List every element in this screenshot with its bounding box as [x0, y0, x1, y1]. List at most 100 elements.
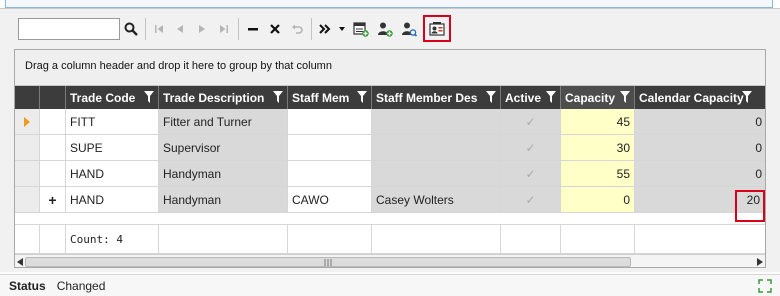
filter-icon[interactable]: [620, 91, 630, 103]
cell-trade-description[interactable]: Fitter and Turner: [159, 109, 288, 135]
row-indicator-header: [15, 86, 40, 109]
cell-staff-member-description[interactable]: [372, 135, 501, 161]
contact-card-button[interactable]: [423, 15, 451, 42]
horizontal-scrollbar[interactable]: [15, 254, 765, 267]
cell-staff-member-description[interactable]: [372, 109, 501, 135]
status-value: Changed: [56, 278, 106, 293]
cancel-button[interactable]: [264, 17, 286, 41]
close-icon: [270, 23, 280, 34]
cell-trade-code[interactable]: FITT: [66, 109, 159, 135]
check-icon: ✓: [525, 192, 536, 207]
undo-button[interactable]: [286, 17, 308, 41]
last-record-button[interactable]: [213, 17, 235, 41]
cell-trade-code[interactable]: HAND: [66, 161, 159, 187]
grip-icon: [324, 259, 332, 266]
check-icon: ✓: [525, 140, 536, 155]
filter-icon[interactable]: [546, 91, 556, 103]
summary-cell: [561, 225, 635, 254]
find-user-button[interactable]: [397, 17, 421, 41]
cell-trade-code[interactable]: SUPE: [66, 135, 159, 161]
filter-icon[interactable]: [144, 91, 154, 103]
cell-calendar-capacity[interactable]: 0: [635, 135, 765, 161]
summary-indicator: [15, 225, 40, 254]
cell-capacity[interactable]: 0: [561, 187, 635, 213]
toolbar: [14, 13, 766, 44]
dropdown-icon: [339, 26, 345, 31]
summary-expander: [40, 225, 66, 254]
more-button[interactable]: [315, 17, 335, 41]
first-record-icon: [155, 24, 163, 33]
cell-calendar-capacity[interactable]: 0: [635, 109, 765, 135]
filter-icon[interactable]: [742, 91, 752, 103]
next-record-icon: [199, 24, 205, 33]
cell-staff-member[interactable]: [288, 109, 372, 135]
row-indicator[interactable]: [15, 161, 40, 187]
previous-record-button[interactable]: [169, 17, 191, 41]
cell-staff-member[interactable]: CAWO: [288, 187, 372, 213]
summary-cell: [288, 225, 372, 254]
more-dropdown-button[interactable]: [335, 17, 349, 41]
delete-row-button[interactable]: [242, 17, 264, 41]
scroll-right-icon[interactable]: [757, 258, 763, 266]
column-header-label: Capacity: [565, 90, 616, 105]
resize-grip-icon[interactable]: [758, 279, 772, 293]
cell-active[interactable]: ✓: [501, 135, 561, 161]
column-header-capacity[interactable]: Capacity: [561, 86, 635, 109]
column-header-label: Trade Description: [163, 90, 265, 105]
row-indicator[interactable]: [15, 135, 40, 161]
cell-capacity[interactable]: 45: [561, 109, 635, 135]
scroll-left-icon[interactable]: [17, 258, 23, 266]
check-icon: ✓: [525, 114, 536, 129]
first-record-button[interactable]: [149, 17, 169, 41]
cell-staff-member-description[interactable]: Casey Wolters: [372, 187, 501, 213]
row-indicator[interactable]: [15, 109, 40, 135]
column-header-label: Trade Code: [70, 90, 136, 105]
cell-staff-member[interactable]: [288, 135, 372, 161]
column-header-staff-member[interactable]: Staff Mem: [288, 86, 372, 109]
new-row-marker[interactable]: +: [40, 187, 66, 213]
data-grid: Drag a column header and drop it here to…: [14, 49, 766, 268]
search-input[interactable]: [18, 17, 120, 40]
highlight-box: [735, 190, 765, 222]
cell-trade-description[interactable]: Handyman: [159, 187, 288, 213]
cell-trade-code[interactable]: HAND: [66, 187, 159, 213]
cell-trade-description[interactable]: Handyman: [159, 161, 288, 187]
grid-panel: Drag a column header and drop it here to…: [0, 8, 780, 272]
row-count: Count: 4: [66, 225, 159, 254]
check-icon: ✓: [525, 166, 536, 181]
row-indicator[interactable]: [15, 187, 40, 213]
last-record-icon: [220, 24, 228, 33]
filter-icon[interactable]: [357, 91, 367, 103]
summary-cell: [501, 225, 561, 254]
current-row-icon: [24, 116, 30, 127]
filter-icon[interactable]: [273, 91, 283, 103]
cell-calendar-capacity[interactable]: 0: [635, 161, 765, 187]
cell-active[interactable]: ✓: [501, 187, 561, 213]
cell-staff-member-description[interactable]: [372, 161, 501, 187]
cell-trade-description[interactable]: Supervisor: [159, 135, 288, 161]
cell-capacity[interactable]: 30: [561, 135, 635, 161]
cell-active[interactable]: ✓: [501, 161, 561, 187]
more-icon: [319, 23, 331, 34]
column-header-trade-code[interactable]: Trade Code: [66, 86, 159, 109]
cell-active[interactable]: ✓: [501, 109, 561, 135]
add-record-button[interactable]: [349, 17, 373, 41]
search-button[interactable]: [120, 17, 142, 41]
undo-icon: [292, 24, 303, 34]
column-header-active[interactable]: Active: [501, 86, 561, 109]
scrollbar-thumb[interactable]: [25, 257, 631, 267]
cell-staff-member[interactable]: [288, 161, 372, 187]
column-header-label: Active: [505, 90, 542, 105]
next-record-button[interactable]: [191, 17, 213, 41]
group-by-area[interactable]: Drag a column header and drop it here to…: [15, 50, 765, 86]
column-header-calendar-capacity[interactable]: Calendar Capacity: [635, 86, 765, 109]
status-bar: Status Changed: [0, 274, 780, 296]
column-header-staff-member-description[interactable]: Staff Member Des: [372, 86, 501, 109]
cell-capacity[interactable]: 55: [561, 161, 635, 187]
summary-cell: [635, 225, 765, 254]
add-user-button[interactable]: [373, 17, 397, 41]
column-header-trade-description[interactable]: Trade Description: [159, 86, 288, 109]
filter-icon[interactable]: [486, 91, 496, 103]
expand-header: [40, 86, 66, 109]
contact-card-icon: [429, 21, 445, 36]
